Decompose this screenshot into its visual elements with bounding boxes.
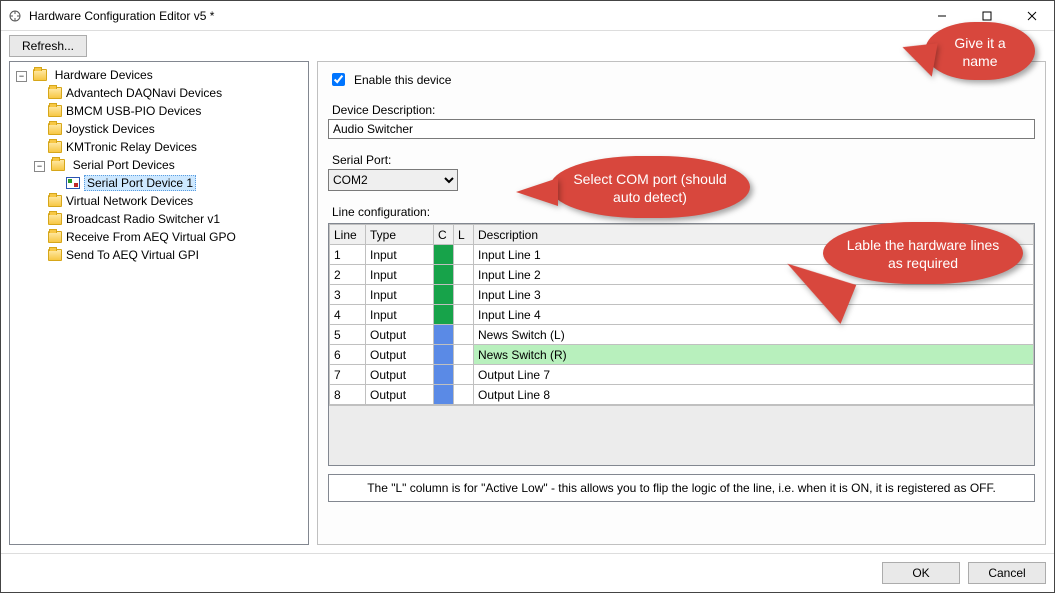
col-header-line[interactable]: Line xyxy=(330,225,366,245)
cell-type[interactable]: Input xyxy=(366,245,434,265)
table-row[interactable]: 8Output Output Line 8 xyxy=(330,385,1034,405)
cell-color[interactable] xyxy=(434,265,454,285)
table-row[interactable]: 6Output News Switch (R) xyxy=(330,345,1034,365)
active-low-hint: The "L" column is for "Active Low" - thi… xyxy=(328,474,1035,502)
folder-icon xyxy=(48,123,62,135)
cell-line[interactable]: 6 xyxy=(330,345,366,365)
expand-toggle[interactable]: − xyxy=(16,71,27,82)
cell-type[interactable]: Output xyxy=(366,365,434,385)
cell-color[interactable] xyxy=(434,345,454,365)
refresh-button[interactable]: Refresh... xyxy=(9,35,87,57)
cell-description[interactable]: Output Line 7 xyxy=(474,365,1034,385)
description-input[interactable] xyxy=(328,119,1035,139)
cell-active-low[interactable] xyxy=(454,325,474,345)
tree-item[interactable]: BMCM USB-PIO Devices xyxy=(66,104,201,118)
col-header-c[interactable]: C xyxy=(434,225,454,245)
tree-item[interactable]: Virtual Network Devices xyxy=(66,194,193,208)
cell-color[interactable] xyxy=(434,325,454,345)
toolbar: Refresh... xyxy=(1,31,1054,61)
cell-description[interactable]: Output Line 8 xyxy=(474,385,1034,405)
cell-type[interactable]: Output xyxy=(366,345,434,365)
tree-root-label[interactable]: Hardware Devices xyxy=(55,68,153,82)
cell-type[interactable]: Input xyxy=(366,285,434,305)
folder-icon xyxy=(51,159,65,171)
cell-active-low[interactable] xyxy=(454,345,474,365)
folder-icon xyxy=(48,105,62,117)
folder-icon xyxy=(48,249,62,261)
grid-empty-area xyxy=(329,405,1034,465)
folder-icon xyxy=(48,231,62,243)
app-icon xyxy=(7,8,23,24)
titlebar: Hardware Configuration Editor v5 * xyxy=(1,1,1054,31)
dialog-buttons: OK Cancel xyxy=(1,553,1054,592)
content-area: − Hardware Devices Advantech DAQNavi Dev… xyxy=(1,61,1054,553)
table-row[interactable]: 5Output News Switch (L) xyxy=(330,325,1034,345)
cell-line[interactable]: 1 xyxy=(330,245,366,265)
cell-active-low[interactable] xyxy=(454,265,474,285)
table-row[interactable]: 3Input Input Line 3 xyxy=(330,285,1034,305)
cell-type[interactable]: Input xyxy=(366,305,434,325)
enable-device-label: Enable this device xyxy=(354,73,451,87)
cell-color[interactable] xyxy=(434,365,454,385)
cell-type[interactable]: Output xyxy=(366,325,434,345)
callout-text: Select COM port (should auto detect) xyxy=(573,171,726,205)
cell-type[interactable]: Input xyxy=(366,265,434,285)
cell-line[interactable]: 7 xyxy=(330,365,366,385)
callout-text: Lable the hardware lines as required xyxy=(847,237,1000,271)
folder-icon xyxy=(33,69,47,81)
col-header-l[interactable]: L xyxy=(454,225,474,245)
device-tree-panel: − Hardware Devices Advantech DAQNavi Dev… xyxy=(9,61,309,545)
cell-color[interactable] xyxy=(434,385,454,405)
cell-line[interactable]: 2 xyxy=(330,265,366,285)
app-window: Hardware Configuration Editor v5 * Refre… xyxy=(0,0,1055,593)
cell-description[interactable]: Input Line 4 xyxy=(474,305,1034,325)
device-icon xyxy=(66,177,80,189)
config-panel: Enable this device Device Description: S… xyxy=(317,61,1046,545)
cell-active-low[interactable] xyxy=(454,285,474,305)
folder-icon xyxy=(48,87,62,99)
cell-description[interactable]: Input Line 3 xyxy=(474,285,1034,305)
cell-description[interactable]: News Switch (R) xyxy=(474,345,1034,365)
cell-active-low[interactable] xyxy=(454,305,474,325)
cell-line[interactable]: 5 xyxy=(330,325,366,345)
window-title: Hardware Configuration Editor v5 * xyxy=(29,9,919,23)
tree-item[interactable]: Receive From AEQ Virtual GPO xyxy=(66,230,236,244)
cancel-button[interactable]: Cancel xyxy=(968,562,1046,584)
col-header-type[interactable]: Type xyxy=(366,225,434,245)
folder-icon xyxy=(48,213,62,225)
description-label: Device Description: xyxy=(328,103,1035,117)
device-tree[interactable]: − Hardware Devices Advantech DAQNavi Dev… xyxy=(14,66,308,264)
callout-text: Give it a name xyxy=(954,35,1005,69)
tree-item[interactable]: Send To AEQ Virtual GPI xyxy=(66,248,199,262)
cell-active-low[interactable] xyxy=(454,245,474,265)
callout-port: Select COM port (should auto detect) xyxy=(550,156,750,218)
cell-description[interactable]: News Switch (L) xyxy=(474,325,1034,345)
serial-port-select[interactable]: COM2 xyxy=(328,169,458,191)
cell-color[interactable] xyxy=(434,285,454,305)
callout-lines: Lable the hardware lines as required xyxy=(823,222,1023,284)
tree-item[interactable]: Joystick Devices xyxy=(66,122,155,136)
cell-line[interactable]: 4 xyxy=(330,305,366,325)
table-row[interactable]: 7Output Output Line 7 xyxy=(330,365,1034,385)
table-row[interactable]: 4Input Input Line 4 xyxy=(330,305,1034,325)
tree-item[interactable]: Serial Port Devices xyxy=(73,158,175,172)
cell-color[interactable] xyxy=(434,245,454,265)
cell-line[interactable]: 3 xyxy=(330,285,366,305)
close-button[interactable] xyxy=(1009,1,1054,30)
tree-item-selected[interactable]: Serial Port Device 1 xyxy=(84,175,196,191)
cell-active-low[interactable] xyxy=(454,365,474,385)
cell-color[interactable] xyxy=(434,305,454,325)
tree-item[interactable]: Advantech DAQNavi Devices xyxy=(66,86,222,100)
cell-active-low[interactable] xyxy=(454,385,474,405)
callout-name: Give it a name xyxy=(925,22,1035,80)
cell-line[interactable]: 8 xyxy=(330,385,366,405)
folder-icon xyxy=(48,141,62,153)
tree-item[interactable]: Broadcast Radio Switcher v1 xyxy=(66,212,220,226)
folder-icon xyxy=(48,195,62,207)
tree-item[interactable]: KMTronic Relay Devices xyxy=(66,140,197,154)
cell-type[interactable]: Output xyxy=(366,385,434,405)
enable-device-checkbox[interactable] xyxy=(332,73,345,86)
ok-button[interactable]: OK xyxy=(882,562,960,584)
expand-toggle[interactable]: − xyxy=(34,161,45,172)
